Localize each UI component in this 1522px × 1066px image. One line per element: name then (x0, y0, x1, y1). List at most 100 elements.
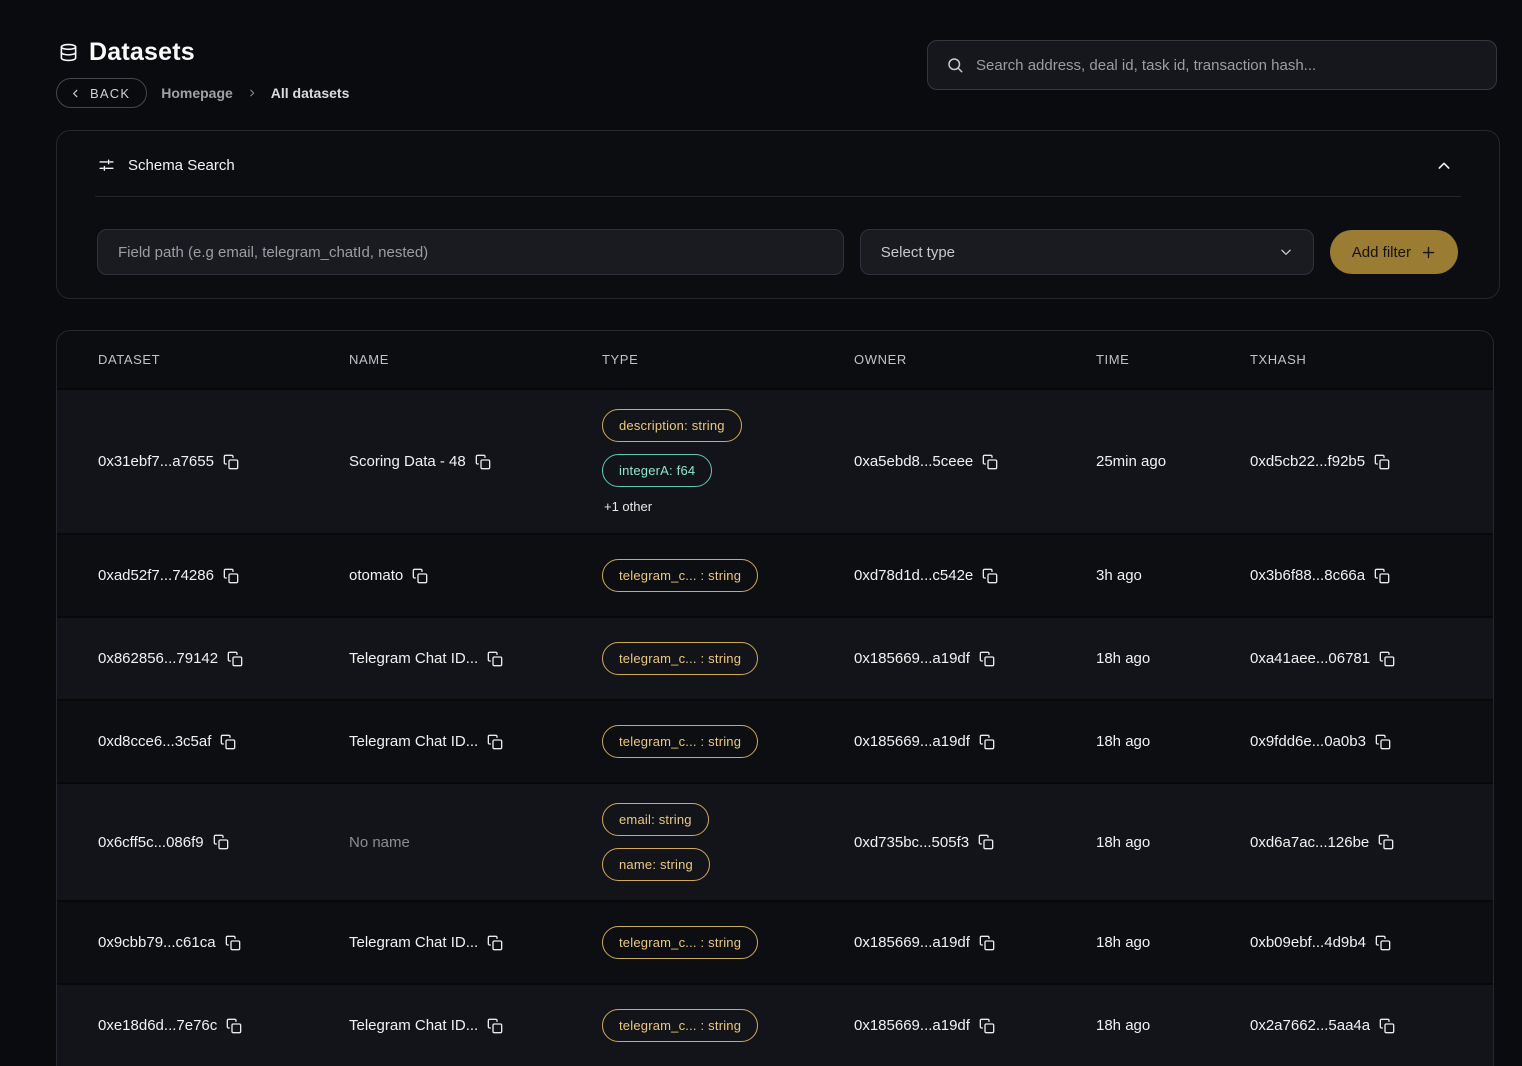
search-input[interactable] (976, 57, 1478, 74)
copy-icon[interactable] (979, 1018, 995, 1034)
copy-icon[interactable] (979, 734, 995, 750)
owner-address: 0x185669...a19df (854, 1017, 970, 1034)
table-row[interactable]: 0x862856...79142 Telegram Chat ID... tel… (57, 616, 1493, 699)
plus-icon (1421, 245, 1436, 260)
dataset-name: Telegram Chat ID... (349, 733, 478, 750)
copy-icon[interactable] (1375, 935, 1391, 951)
add-filter-button[interactable]: Add filter (1330, 230, 1458, 274)
type-badge: email: string (602, 803, 709, 836)
owner-address: 0xa5ebd8...5ceee (854, 453, 973, 470)
copy-icon[interactable] (982, 568, 998, 584)
time-ago: 18h ago (1096, 733, 1150, 750)
table-row[interactable]: 0xd8cce6...3c5af Telegram Chat ID... tel… (57, 699, 1493, 782)
dataset-id: 0xad52f7...74286 (98, 567, 214, 584)
table-row[interactable]: 0x9cbb79...c61ca Telegram Chat ID... tel… (57, 900, 1493, 983)
transaction-hash: 0xb09ebf...4d9b4 (1250, 934, 1366, 951)
table-body: 0x31ebf7...a7655 Scoring Data - 48 descr… (57, 388, 1493, 1066)
schema-search-title: Schema Search (128, 157, 235, 174)
copy-icon[interactable] (226, 1018, 242, 1034)
column-name: NAME (349, 352, 602, 367)
owner-address: 0xd735bc...505f3 (854, 834, 969, 851)
search-icon (946, 56, 964, 74)
table-row[interactable]: 0xad52f7...74286 otomato telegram_c... :… (57, 533, 1493, 616)
time-ago: 18h ago (1096, 1017, 1150, 1034)
type-badge: telegram_c... : string (602, 725, 758, 758)
copy-icon[interactable] (213, 834, 229, 850)
transaction-hash: 0xd5cb22...f92b5 (1250, 453, 1365, 470)
type-badge: telegram_c... : string (602, 926, 758, 959)
column-owner: OWNER (854, 352, 1096, 367)
sliders-icon (98, 157, 115, 174)
owner-address: 0xd78d1d...c542e (854, 567, 973, 584)
owner-address: 0x185669...a19df (854, 934, 970, 951)
copy-icon[interactable] (1379, 651, 1395, 667)
owner-address: 0x185669...a19df (854, 733, 970, 750)
copy-icon[interactable] (220, 734, 236, 750)
dataset-id: 0xd8cce6...3c5af (98, 733, 211, 750)
copy-icon[interactable] (475, 454, 491, 470)
chevron-down-icon (1279, 245, 1293, 259)
breadcrumb: BACK Homepage All datasets (56, 78, 349, 108)
dataset-id: 0x862856...79142 (98, 650, 218, 667)
datasets-table: DATASET NAME TYPE OWNER TIME TXHASH 0x31… (56, 330, 1494, 1066)
time-ago: 18h ago (1096, 834, 1150, 851)
copy-icon[interactable] (982, 454, 998, 470)
more-types-label: +1 other (602, 499, 652, 514)
column-type: TYPE (602, 352, 854, 367)
global-search[interactable] (927, 40, 1497, 90)
type-select[interactable]: Select type (860, 229, 1314, 275)
column-time: TIME (1096, 352, 1250, 367)
back-button[interactable]: BACK (56, 78, 147, 108)
database-icon (59, 43, 78, 62)
page-title: Datasets (89, 38, 195, 67)
dataset-name: Telegram Chat ID... (349, 1017, 478, 1034)
chevron-left-icon (70, 88, 81, 99)
transaction-hash: 0xa41aee...06781 (1250, 650, 1370, 667)
copy-icon[interactable] (412, 568, 428, 584)
copy-icon[interactable] (1374, 454, 1390, 470)
breadcrumb-homepage[interactable]: Homepage (161, 85, 233, 101)
back-label: BACK (90, 86, 130, 101)
copy-icon[interactable] (487, 1018, 503, 1034)
copy-icon[interactable] (487, 935, 503, 951)
type-badges: telegram_c... : string (602, 559, 758, 592)
time-ago: 18h ago (1096, 650, 1150, 667)
column-dataset: DATASET (98, 352, 349, 367)
copy-icon[interactable] (1375, 734, 1391, 750)
dataset-name: Scoring Data - 48 (349, 453, 466, 470)
page-header: Datasets (59, 38, 195, 67)
transaction-hash: 0x2a7662...5aa4a (1250, 1017, 1370, 1034)
type-badge: description: string (602, 409, 742, 442)
type-select-value: Select type (881, 244, 955, 261)
copy-icon[interactable] (227, 651, 243, 667)
copy-icon[interactable] (487, 651, 503, 667)
dataset-name: Telegram Chat ID... (349, 934, 478, 951)
transaction-hash: 0xd6a7ac...126be (1250, 834, 1369, 851)
copy-icon[interactable] (487, 734, 503, 750)
table-row[interactable]: 0xe18d6d...7e76c Telegram Chat ID... tel… (57, 983, 1493, 1066)
schema-search-panel: Schema Search Select type Add filter (56, 130, 1500, 299)
copy-icon[interactable] (223, 568, 239, 584)
time-ago: 25min ago (1096, 453, 1166, 470)
copy-icon[interactable] (225, 935, 241, 951)
transaction-hash: 0x3b6f88...8c66a (1250, 567, 1365, 584)
copy-icon[interactable] (978, 834, 994, 850)
copy-icon[interactable] (1379, 1018, 1395, 1034)
copy-icon[interactable] (1374, 568, 1390, 584)
table-header: DATASET NAME TYPE OWNER TIME TXHASH (57, 331, 1493, 388)
dataset-id: 0x9cbb79...c61ca (98, 934, 216, 951)
table-row[interactable]: 0x31ebf7...a7655 Scoring Data - 48 descr… (57, 388, 1493, 533)
type-badge: name: string (602, 848, 710, 881)
type-badge: telegram_c... : string (602, 559, 758, 592)
transaction-hash: 0x9fdd6e...0a0b3 (1250, 733, 1366, 750)
chevron-up-icon (1436, 158, 1452, 174)
copy-icon[interactable] (979, 651, 995, 667)
add-filter-label: Add filter (1352, 244, 1411, 261)
type-badge: telegram_c... : string (602, 642, 758, 675)
copy-icon[interactable] (979, 935, 995, 951)
copy-icon[interactable] (223, 454, 239, 470)
copy-icon[interactable] (1378, 834, 1394, 850)
collapse-panel-button[interactable] (1436, 158, 1452, 174)
table-row[interactable]: 0x6cff5c...086f9 No name email: stringna… (57, 782, 1493, 900)
field-path-input[interactable] (97, 229, 844, 275)
